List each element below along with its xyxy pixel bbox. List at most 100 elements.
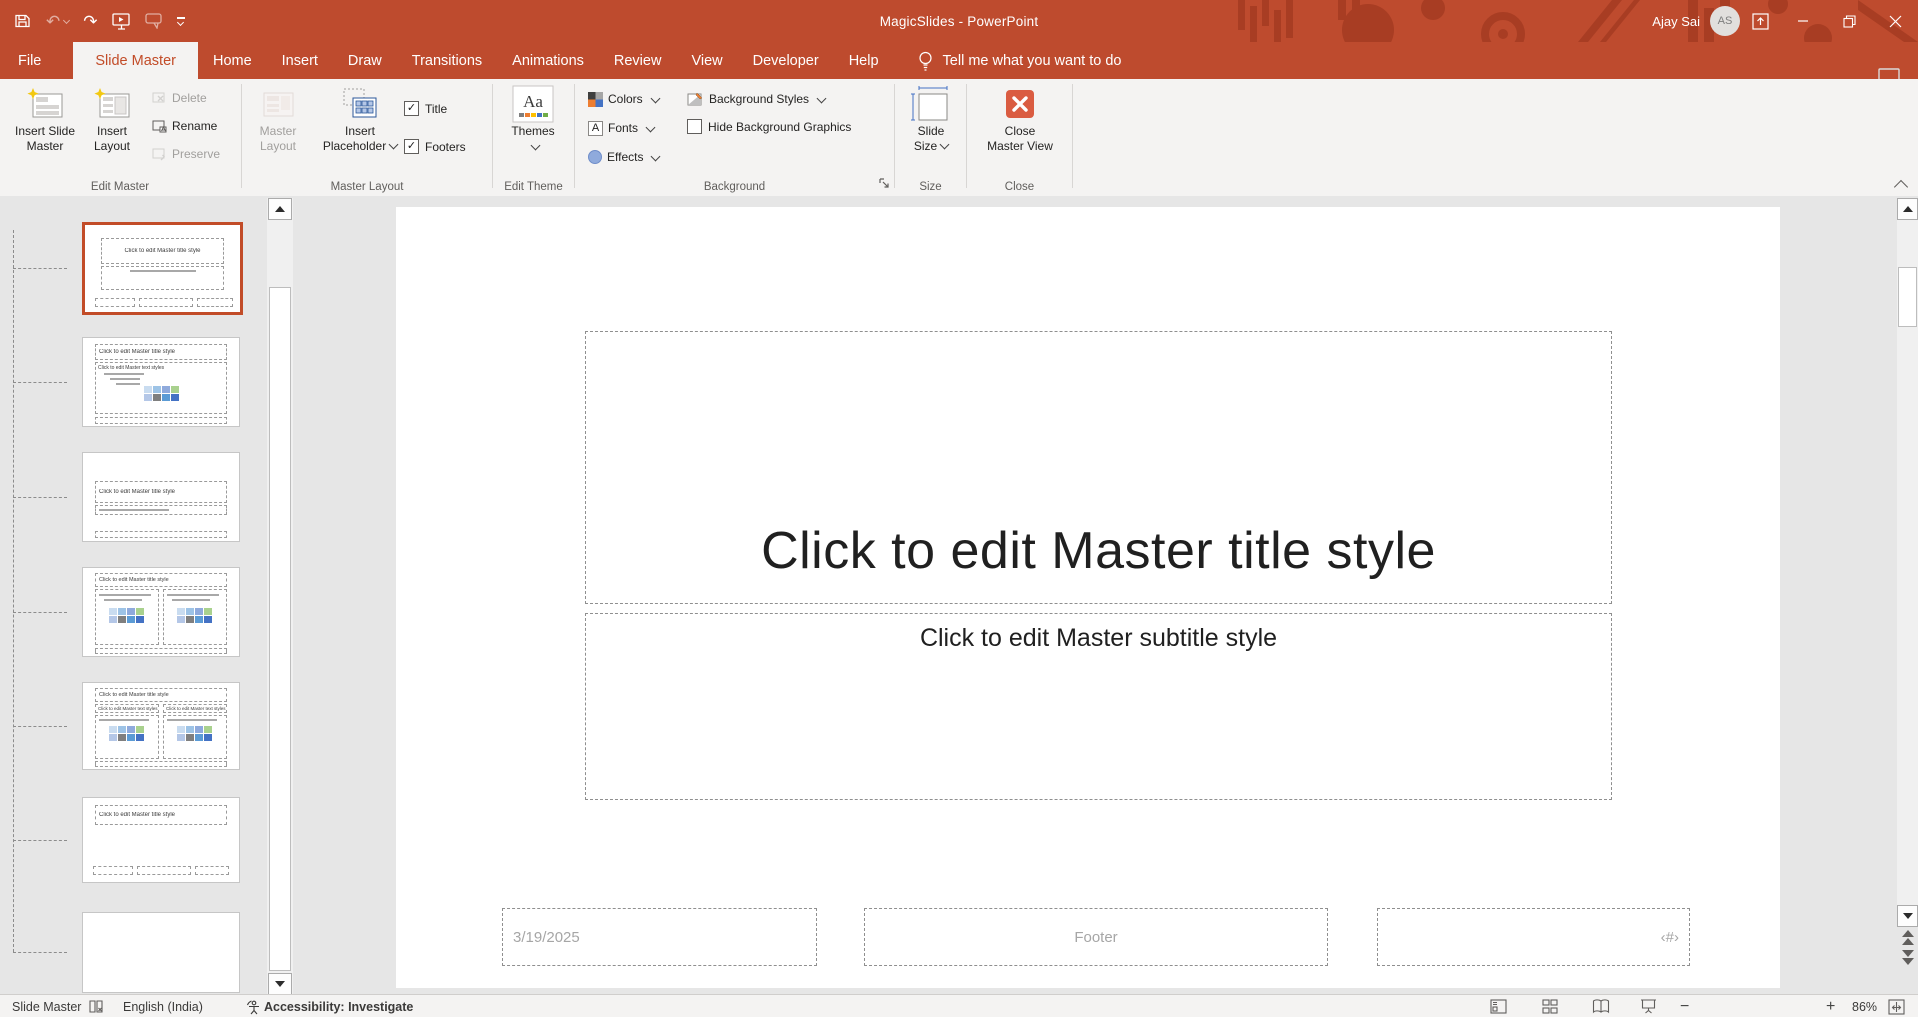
status-language[interactable]: English (India) [123,995,203,1017]
zoom-out-button[interactable]: − [1680,995,1689,1017]
canvas-scrollbar-thumb[interactable] [1898,267,1917,327]
powerpoint-window: ↶ ↷ MagicSlides - PowerPoint Ajay Sai AS… [0,0,1918,1017]
status-view-label[interactable]: Slide Master [12,995,81,1017]
collapse-ribbon-icon[interactable] [1893,179,1909,195]
tab-view[interactable]: View [676,42,737,79]
user-name[interactable]: Ajay Sai [1652,14,1700,29]
close-master-view-button[interactable]: Close Master View [979,84,1061,154]
tab-animations[interactable]: Animations [497,42,599,79]
footers-checkbox[interactable]: ✓ [404,139,419,154]
insert-layout-button[interactable]: Insert Layout [86,84,138,154]
reading-view-icon[interactable] [1592,995,1610,1017]
tab-help[interactable]: Help [834,42,894,79]
title-checkbox-row[interactable]: ✓ Title [404,101,447,116]
tab-slide-master[interactable]: Slide Master [73,42,198,79]
effects-button[interactable]: Effects [588,148,661,166]
tab-transitions[interactable]: Transitions [397,42,497,79]
rename-button[interactable]: Rename [152,117,217,135]
group-label-close: Close [1004,181,1035,193]
canvas-scroll-up-button[interactable] [1897,198,1918,220]
avatar[interactable]: AS [1710,6,1740,36]
thumbnail-title-text: Click to edit Master title style [124,248,201,254]
thumbnail-body-text: Click to edit Master text styles [166,706,226,711]
master-title-placeholder[interactable]: Click to edit Master title style [585,331,1612,604]
thumbnail-layout-5[interactable]: Click to edit Master title style [82,797,240,883]
thumbnail-scrollbar-thumb[interactable] [269,287,291,971]
status-accessibility[interactable]: Accessibility: Investigate [264,995,413,1017]
colors-button[interactable]: Colors [588,90,661,108]
zoom-level[interactable]: 86% [1852,995,1877,1017]
footer-placeholder[interactable]: Footer [864,908,1328,966]
hide-background-graphics-row[interactable]: Hide Background Graphics [687,119,851,134]
footers-checkbox-row[interactable]: ✓ Footers [404,139,466,154]
ribbon: Insert Slide Master Insert Layout Delete… [0,79,1918,197]
group-master-layout: Master Layout Insert Placeholder ✓ Title… [242,79,492,196]
close-button[interactable] [1872,0,1918,42]
accessibility-icon[interactable] [246,995,262,1017]
thumbnail-layout-1[interactable]: Click to edit Master title style Click t… [82,337,240,427]
content-placeholder-icons [109,608,147,623]
thumbnail-slide-master[interactable]: Click to edit Master title style [82,222,243,315]
insert-placeholder-icon [341,84,379,124]
master-subtitle-placeholder[interactable]: Click to edit Master subtitle style [585,613,1612,800]
next-slide-button[interactable] [1900,950,1916,965]
themes-button[interactable]: Aa Themes [503,84,563,151]
tab-home[interactable]: Home [198,42,267,79]
tab-file[interactable]: File [0,42,59,79]
group-label-background: Background [703,181,766,193]
tab-developer[interactable]: Developer [738,42,834,79]
dropdown-icon [650,93,661,103]
thumbnail-layout-3[interactable]: Click to edit Master title style [82,567,240,657]
background-styles-icon [687,92,703,105]
thumbnail-layout-6[interactable] [82,912,240,993]
insert-slide-master-button[interactable]: Insert Slide Master [8,84,82,154]
insert-slide-master-icon [26,84,64,124]
thumbnail-scroll-up-button[interactable] [268,198,292,220]
group-background: Colors A Fonts Effects Background Styles [575,79,894,196]
date-placeholder[interactable]: 3/19/2025 [502,908,817,966]
tab-review[interactable]: Review [599,42,677,79]
canvas-scroll-down-button[interactable] [1897,905,1918,927]
restore-button[interactable] [1826,0,1872,42]
tell-me-box[interactable]: Tell me what you want to do [918,42,1121,79]
thumbnail-connector [13,612,67,613]
thumbnail-scrollbar[interactable] [267,198,293,994]
fit-to-window-icon[interactable] [1888,995,1905,1017]
minimize-button[interactable] [1780,0,1826,42]
canvas-scrollbar[interactable] [1897,198,1918,927]
slide-size-button[interactable]: Slide Size [901,84,961,154]
zoom-in-button[interactable]: + [1826,995,1835,1017]
hide-background-graphics-checkbox[interactable] [687,119,702,134]
thumbnail-layout-4[interactable]: Click to edit Master title style Click t… [82,682,240,770]
master-subtitle-text: Click to edit Master subtitle style [919,624,1278,652]
slide-canvas[interactable]: Click to edit Master title style Click t… [396,207,1780,988]
thumbnail-connector [13,497,67,498]
spelling-icon[interactable] [88,995,105,1017]
fonts-button[interactable]: A Fonts [588,119,656,137]
insert-placeholder-button[interactable]: Insert Placeholder [320,84,400,154]
slide-sorter-view-icon[interactable] [1542,995,1558,1017]
slide-number-placeholder[interactable]: ‹#› [1377,908,1690,966]
dropdown-icon [388,139,399,150]
thumbnail-layout-2[interactable]: Click to edit Master title style [82,452,240,542]
titlebar-right: Ajay Sai AS [1652,0,1918,42]
content-placeholder-icons [144,386,182,401]
previous-slide-button[interactable] [1900,930,1916,945]
window-title: MagicSlides - PowerPoint [879,13,1039,29]
tab-insert[interactable]: Insert [267,42,333,79]
tab-draw[interactable]: Draw [333,42,397,79]
status-bar: Slide Master English (India) Accessibili… [0,994,1918,1017]
ribbon-display-options-icon[interactable] [1740,0,1780,42]
thumbnail-connector [13,840,67,841]
slide-show-icon[interactable] [1640,995,1657,1017]
content-placeholder-icons [177,726,215,741]
effects-icon [588,150,602,164]
work-area: Click to edit Master title style Click t… [0,196,1918,994]
slide-size-icon [911,84,951,124]
normal-view-icon[interactable] [1490,995,1507,1017]
title-checkbox[interactable]: ✓ [404,101,419,116]
thumbnail-scroll-down-button[interactable] [268,973,292,994]
footer-text: Footer [1074,928,1118,946]
background-styles-button[interactable]: Background Styles [687,90,827,108]
lightbulb-icon [918,51,932,71]
